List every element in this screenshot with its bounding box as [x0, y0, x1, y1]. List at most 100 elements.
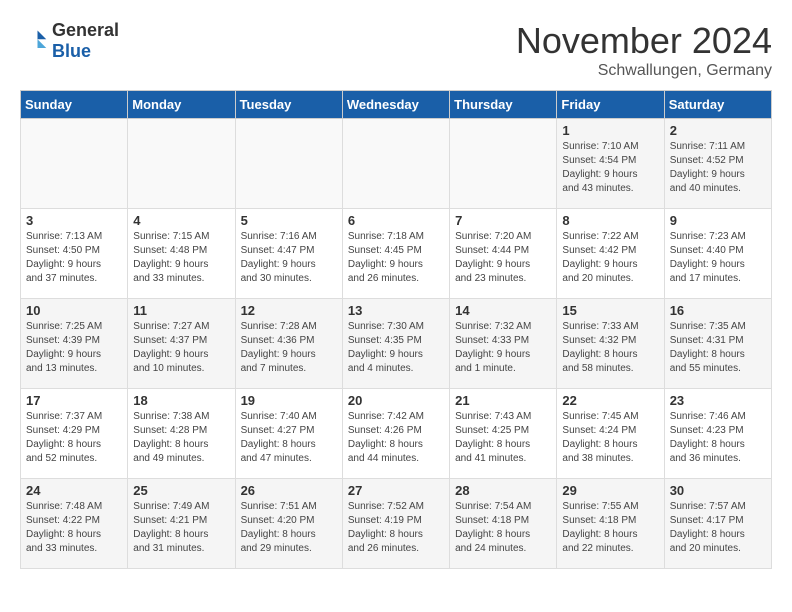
calendar-header-row: SundayMondayTuesdayWednesdayThursdayFrid… [21, 91, 772, 119]
calendar-cell: 28Sunrise: 7:54 AMSunset: 4:18 PMDayligh… [450, 479, 557, 569]
day-info: Sunrise: 7:25 AMSunset: 4:39 PMDaylight:… [26, 320, 122, 376]
calendar-cell [21, 119, 128, 209]
day-info: Sunrise: 7:55 AMSunset: 4:18 PMDaylight:… [562, 500, 658, 556]
day-number: 27 [348, 483, 444, 498]
calendar-cell: 23 Sunrise: 7:46 AMSunset: 4:23 PMDayligh… [664, 389, 771, 479]
day-info: Sunrise: 7:11 AMSunset: 4:52 PMDaylight:… [670, 140, 766, 196]
calendar-cell: 14 Sunrise: 7:32 AMSunset: 4:33 PMDayligh… [450, 299, 557, 389]
calendar-cell: 3 Sunrise: 7:13 AMSunset: 4:50 PMDaylight… [21, 209, 128, 299]
day-info: Sunrise: 7:43 AMSunset: 4:25 PMDaylight:… [455, 410, 551, 466]
day-number: 20 [348, 393, 444, 408]
calendar-week-row: 3 Sunrise: 7:13 AMSunset: 4:50 PMDaylight… [21, 209, 772, 299]
day-info: Sunrise: 7:20 AMSunset: 4:44 PMDaylight:… [455, 230, 551, 286]
day-number: 10 [26, 303, 122, 318]
weekday-header-saturday: Saturday [664, 91, 771, 119]
calendar-cell: 4Sunrise: 7:15 AMSunset: 4:48 PMDaylight… [128, 209, 235, 299]
day-info: Sunrise: 7:48 AMSunset: 4:22 PMDaylight:… [26, 500, 122, 556]
calendar-cell: 17 Sunrise: 7:37 AMSunset: 4:29 PMDayligh… [21, 389, 128, 479]
calendar-cell: 11Sunrise: 7:27 AMSunset: 4:37 PMDayligh… [128, 299, 235, 389]
day-number: 26 [241, 483, 337, 498]
day-info: Sunrise: 7:23 AMSunset: 4:40 PMDaylight:… [670, 230, 766, 286]
day-info: Sunrise: 7:42 AMSunset: 4:26 PMDaylight:… [348, 410, 444, 466]
day-number: 9 [670, 213, 766, 228]
calendar-cell: 9 Sunrise: 7:23 AMSunset: 4:40 PMDaylight… [664, 209, 771, 299]
day-info: Sunrise: 7:35 AMSunset: 4:31 PMDaylight:… [670, 320, 766, 376]
day-number: 13 [348, 303, 444, 318]
calendar-cell: 22Sunrise: 7:45 AMSunset: 4:24 PMDayligh… [557, 389, 664, 479]
calendar-cell: 13Sunrise: 7:30 AMSunset: 4:35 PMDayligh… [342, 299, 449, 389]
day-number: 18 [133, 393, 229, 408]
day-info: Sunrise: 7:40 AMSunset: 4:27 PMDaylight:… [241, 410, 337, 466]
day-info: Sunrise: 7:32 AMSunset: 4:33 PMDaylight:… [455, 320, 551, 376]
calendar-cell [235, 119, 342, 209]
day-info: Sunrise: 7:16 AMSunset: 4:47 PMDaylight:… [241, 230, 337, 286]
day-info: Sunrise: 7:22 AMSunset: 4:42 PMDaylight:… [562, 230, 658, 286]
day-number: 12 [241, 303, 337, 318]
calendar-cell: 18 Sunrise: 7:38 AMSunset: 4:28 PMDayligh… [128, 389, 235, 479]
calendar-week-row: 1Sunrise: 7:10 AMSunset: 4:54 PMDaylight… [21, 119, 772, 209]
day-info: Sunrise: 7:49 AMSunset: 4:21 PMDaylight:… [133, 500, 229, 556]
day-info: Sunrise: 7:57 AMSunset: 4:17 PMDaylight:… [670, 500, 766, 556]
calendar-cell: 2 Sunrise: 7:11 AMSunset: 4:52 PMDaylight… [664, 119, 771, 209]
day-number: 16 [670, 303, 766, 318]
weekday-header-monday: Monday [128, 91, 235, 119]
day-number: 7 [455, 213, 551, 228]
calendar-cell: 21 Sunrise: 7:43 AMSunset: 4:25 PMDayligh… [450, 389, 557, 479]
day-info: Sunrise: 7:38 AMSunset: 4:28 PMDaylight:… [133, 410, 229, 466]
day-info: Sunrise: 7:28 AMSunset: 4:36 PMDaylight:… [241, 320, 337, 376]
logo-icon [20, 27, 48, 55]
weekday-header-thursday: Thursday [450, 91, 557, 119]
calendar-cell [342, 119, 449, 209]
day-info: Sunrise: 7:46 AMSunset: 4:23 PMDaylight:… [670, 410, 766, 466]
weekday-header-wednesday: Wednesday [342, 91, 449, 119]
logo-text: General Blue [52, 20, 119, 62]
title-block: November 2024 Schwallungen, Germany [516, 20, 772, 80]
calendar-cell: 16 Sunrise: 7:35 AMSunset: 4:31 PMDayligh… [664, 299, 771, 389]
calendar-cell: 1Sunrise: 7:10 AMSunset: 4:54 PMDaylight… [557, 119, 664, 209]
day-info: Sunrise: 7:27 AMSunset: 4:37 PMDaylight:… [133, 320, 229, 376]
weekday-header-friday: Friday [557, 91, 664, 119]
logo-blue: Blue [52, 41, 91, 61]
day-number: 3 [26, 213, 122, 228]
day-number: 21 [455, 393, 551, 408]
calendar-cell: 27 Sunrise: 7:52 AMSunset: 4:19 PMDayligh… [342, 479, 449, 569]
calendar-cell: 5 Sunrise: 7:16 AMSunset: 4:47 PMDaylight… [235, 209, 342, 299]
day-number: 5 [241, 213, 337, 228]
calendar-week-row: 10 Sunrise: 7:25 AMSunset: 4:39 PMDayligh… [21, 299, 772, 389]
calendar-cell: 15Sunrise: 7:33 AMSunset: 4:32 PMDayligh… [557, 299, 664, 389]
day-number: 8 [562, 213, 658, 228]
day-info: Sunrise: 7:37 AMSunset: 4:29 PMDaylight:… [26, 410, 122, 466]
day-number: 6 [348, 213, 444, 228]
day-info: Sunrise: 7:18 AMSunset: 4:45 PMDaylight:… [348, 230, 444, 286]
page-header: General Blue November 2024 Schwallungen,… [20, 20, 772, 80]
calendar-cell: 26 Sunrise: 7:51 AMSunset: 4:20 PMDayligh… [235, 479, 342, 569]
day-number: 23 [670, 393, 766, 408]
weekday-header-tuesday: Tuesday [235, 91, 342, 119]
calendar-cell: 8 Sunrise: 7:22 AMSunset: 4:42 PMDaylight… [557, 209, 664, 299]
day-number: 29 [562, 483, 658, 498]
calendar-cell: 10 Sunrise: 7:25 AMSunset: 4:39 PMDayligh… [21, 299, 128, 389]
calendar-week-row: 17 Sunrise: 7:37 AMSunset: 4:29 PMDayligh… [21, 389, 772, 479]
day-number: 25 [133, 483, 229, 498]
calendar-cell: 6 Sunrise: 7:18 AMSunset: 4:45 PMDaylight… [342, 209, 449, 299]
day-info: Sunrise: 7:54 AMSunset: 4:18 PMDaylight:… [455, 500, 551, 556]
day-number: 1 [562, 123, 658, 138]
day-number: 2 [670, 123, 766, 138]
calendar-week-row: 24Sunrise: 7:48 AMSunset: 4:22 PMDayligh… [21, 479, 772, 569]
calendar-cell [128, 119, 235, 209]
weekday-header-sunday: Sunday [21, 91, 128, 119]
day-number: 15 [562, 303, 658, 318]
day-number: 17 [26, 393, 122, 408]
day-info: Sunrise: 7:15 AMSunset: 4:48 PMDaylight:… [133, 230, 229, 286]
logo[interactable]: General Blue [20, 20, 119, 62]
calendar-cell: 19Sunrise: 7:40 AMSunset: 4:27 PMDayligh… [235, 389, 342, 479]
calendar-cell: 24Sunrise: 7:48 AMSunset: 4:22 PMDayligh… [21, 479, 128, 569]
day-info: Sunrise: 7:45 AMSunset: 4:24 PMDaylight:… [562, 410, 658, 466]
day-info: Sunrise: 7:52 AMSunset: 4:19 PMDaylight:… [348, 500, 444, 556]
location-title: Schwallungen, Germany [516, 62, 772, 80]
logo-general: General [52, 20, 119, 40]
calendar-cell [450, 119, 557, 209]
day-info: Sunrise: 7:51 AMSunset: 4:20 PMDaylight:… [241, 500, 337, 556]
day-number: 14 [455, 303, 551, 318]
day-info: Sunrise: 7:13 AMSunset: 4:50 PMDaylight:… [26, 230, 122, 286]
